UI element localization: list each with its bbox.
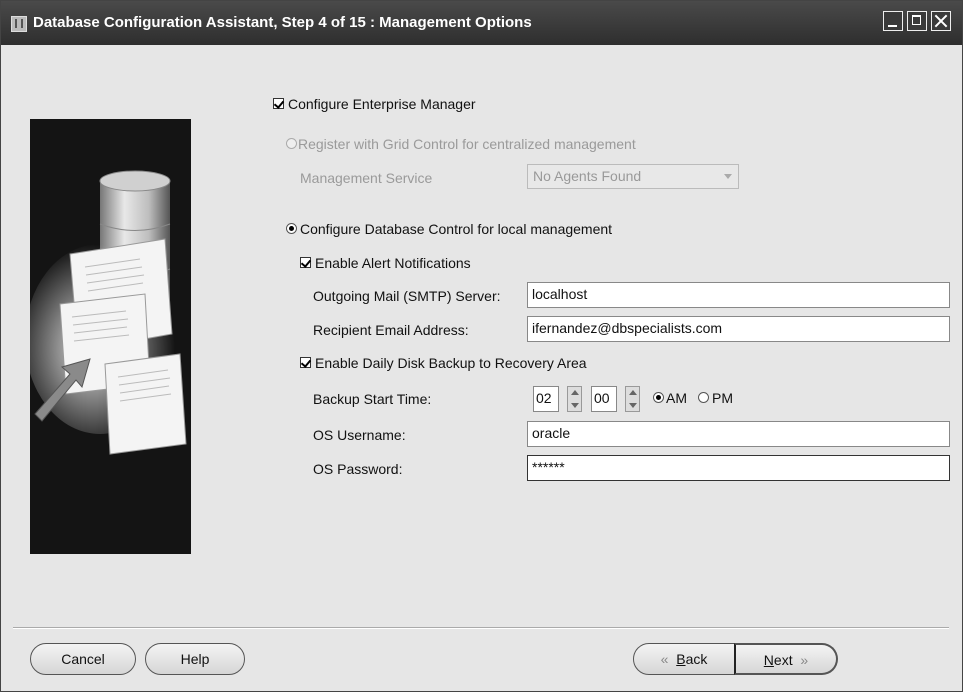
- management-service-value: No Agents Found: [533, 168, 642, 184]
- smtp-field[interactable]: localhost: [527, 282, 950, 308]
- minimize-icon[interactable]: [883, 11, 903, 31]
- backup-minute-field[interactable]: 00: [591, 386, 617, 412]
- app-icon: [11, 16, 27, 32]
- os-username-field[interactable]: oracle: [527, 421, 950, 447]
- configure-em-checkbox[interactable]: [273, 98, 284, 109]
- os-username-label: OS Username:: [313, 427, 406, 443]
- email-label: Recipient Email Address:: [313, 322, 469, 338]
- pm-radio[interactable]: [698, 392, 709, 403]
- next-mnemonic: N: [763, 652, 774, 668]
- footer-separator: [13, 627, 949, 629]
- close-icon[interactable]: [931, 11, 951, 31]
- backup-hour-stepper[interactable]: [567, 386, 582, 412]
- db-control-radio[interactable]: [286, 223, 297, 234]
- management-service-dropdown[interactable]: No Agents Found: [527, 164, 739, 189]
- grid-control-radio[interactable]: [286, 138, 297, 149]
- grid-control-label: Register with Grid Control for centraliz…: [298, 136, 636, 152]
- daily-backup-label: Enable Daily Disk Backup to Recovery Are…: [315, 355, 587, 371]
- dbca-window: Database Configuration Assistant, Step 4…: [0, 0, 963, 692]
- back-chevron-icon: «: [660, 651, 669, 667]
- smtp-label: Outgoing Mail (SMTP) Server:: [313, 288, 501, 304]
- management-service-label: Management Service: [300, 170, 433, 186]
- backup-time-label: Backup Start Time:: [313, 391, 432, 407]
- os-password-label: OS Password:: [313, 461, 403, 477]
- alert-notifications-checkbox[interactable]: [300, 257, 311, 268]
- back-mnemonic: B: [676, 651, 686, 667]
- next-button[interactable]: Next »: [734, 643, 838, 675]
- am-radio[interactable]: [653, 392, 664, 403]
- maximize-icon[interactable]: [907, 11, 927, 31]
- daily-backup-checkbox[interactable]: [300, 357, 311, 368]
- backup-minute-stepper[interactable]: [625, 386, 640, 412]
- help-button[interactable]: Help: [145, 643, 245, 675]
- next-label: ext: [773, 652, 793, 668]
- title-bar[interactable]: Database Configuration Assistant, Step 4…: [1, 1, 962, 45]
- os-password-field[interactable]: ******: [527, 455, 950, 481]
- cancel-button[interactable]: Cancel: [30, 643, 136, 675]
- db-control-label: Configure Database Control for local man…: [300, 221, 613, 237]
- back-button[interactable]: « Back: [633, 643, 735, 675]
- back-label: ack: [685, 651, 708, 667]
- am-label: AM: [666, 390, 687, 406]
- backup-hour-field[interactable]: 02: [533, 386, 559, 412]
- alert-notifications-label: Enable Alert Notifications: [315, 255, 471, 271]
- configure-em-label: Configure Enterprise Manager: [288, 96, 476, 112]
- pm-label: PM: [712, 390, 733, 406]
- wizard-illustration: [30, 119, 191, 554]
- window-title: Database Configuration Assistant, Step 4…: [33, 14, 532, 31]
- next-chevron-icon: »: [800, 652, 809, 668]
- chevron-down-icon: [724, 174, 732, 179]
- email-field[interactable]: ifernandez@dbspecialists.com: [527, 316, 950, 342]
